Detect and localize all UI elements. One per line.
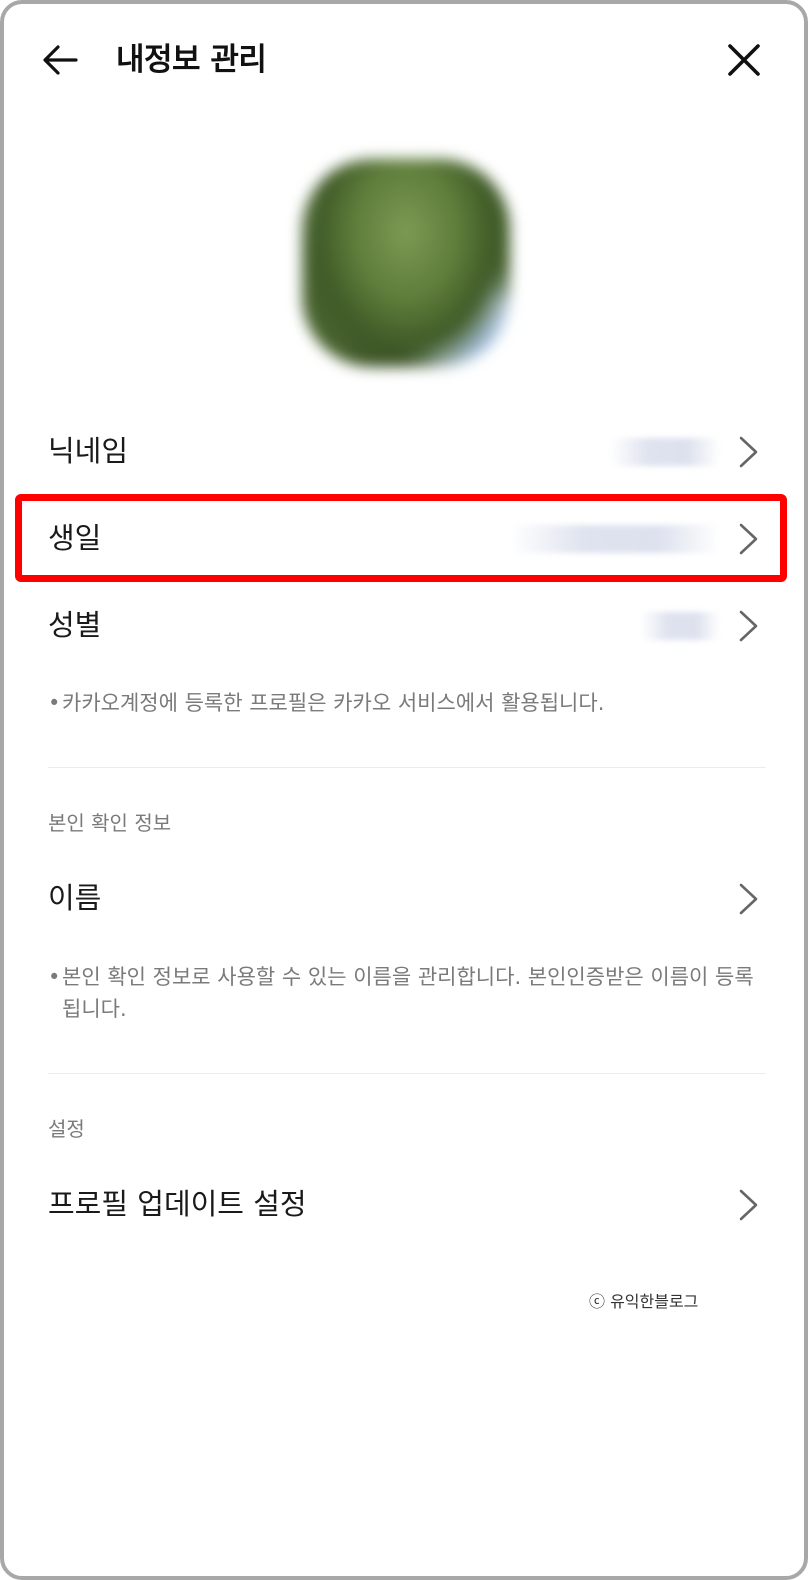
bullet: • bbox=[48, 965, 61, 989]
birthday-row[interactable]: 생일 bbox=[4, 495, 804, 581]
gender-label: 성별 bbox=[48, 608, 102, 642]
app-frame: 내정보 관리 닉네임 생일 성별 • 카카오계정에 등록한 프로필은 카카오 서… bbox=[0, 0, 808, 1580]
gender-value-blurred bbox=[640, 612, 720, 640]
identity-note-text: 본인 확인 정보로 사용할 수 있는 이름을 관리합니다. 본인인증받은 이름이… bbox=[62, 965, 754, 1021]
settings-section-title: 설정 bbox=[48, 1117, 85, 1141]
profile-update-settings-label: 프로필 업데이트 설정 bbox=[48, 1187, 307, 1221]
profile-update-settings-row[interactable]: 프로필 업데이트 설정 bbox=[4, 1161, 804, 1247]
nickname-label: 닉네임 bbox=[48, 434, 129, 468]
identity-section-title: 본인 확인 정보 bbox=[48, 811, 172, 835]
bullet: • bbox=[48, 691, 61, 715]
birthday-label: 생일 bbox=[48, 521, 102, 555]
gender-row[interactable]: 성별 bbox=[4, 582, 804, 668]
divider bbox=[48, 767, 766, 768]
chevron-right-icon bbox=[739, 610, 758, 642]
header: 내정보 관리 bbox=[4, 26, 804, 96]
nickname-row[interactable]: 닉네임 bbox=[4, 408, 804, 494]
name-row[interactable]: 이름 bbox=[4, 855, 804, 941]
back-button[interactable] bbox=[40, 40, 80, 80]
arrow-left-icon bbox=[43, 45, 78, 75]
name-label: 이름 bbox=[48, 881, 102, 915]
profile-note-text: 카카오계정에 등록한 프로필은 카카오 서비스에서 활용됩니다. bbox=[62, 691, 605, 715]
divider bbox=[48, 1073, 766, 1074]
chevron-right-icon bbox=[739, 1189, 758, 1221]
chevron-right-icon bbox=[739, 883, 758, 915]
chevron-right-icon bbox=[739, 523, 758, 555]
page-title: 내정보 관리 bbox=[116, 42, 267, 78]
close-icon bbox=[728, 44, 760, 76]
watermark: ⓒ 유익한블로그 bbox=[589, 1292, 699, 1311]
birthday-value-blurred bbox=[510, 525, 720, 553]
chevron-right-icon bbox=[739, 436, 758, 468]
close-button[interactable] bbox=[724, 40, 764, 80]
nickname-value-blurred bbox=[610, 438, 720, 466]
profile-avatar[interactable] bbox=[302, 159, 510, 367]
identity-note: • 본인 확인 정보로 사용할 수 있는 이름을 관리합니다. 본인인증받은 이… bbox=[48, 961, 768, 1025]
profile-note: • 카카오계정에 등록한 프로필은 카카오 서비스에서 활용됩니다. bbox=[48, 687, 768, 719]
